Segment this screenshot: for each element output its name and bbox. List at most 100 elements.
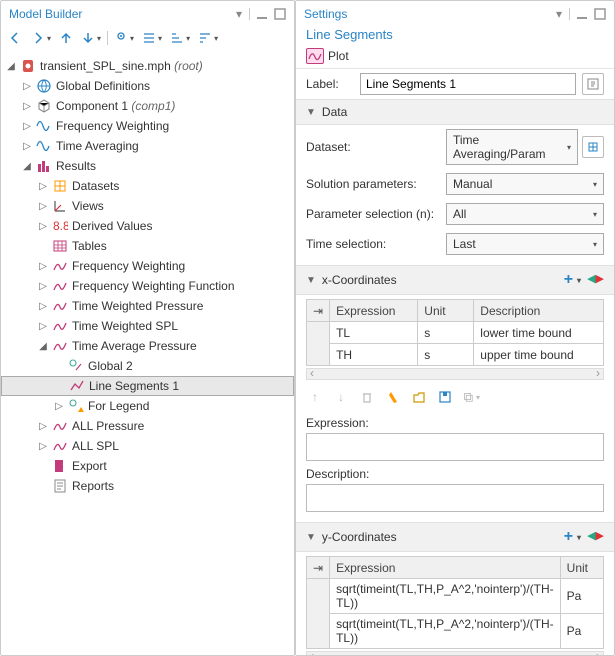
forward-button[interactable]: ▾: [29, 30, 53, 46]
warn-plot-icon: [68, 398, 84, 414]
settings-title-bar: Settings ▾: [296, 1, 614, 27]
maximize-icon[interactable]: [594, 8, 606, 20]
tree-time-weighted-pressure[interactable]: ▷Time Weighted Pressure: [1, 296, 294, 316]
maximize-icon[interactable]: [274, 8, 286, 20]
twisty-closed-icon[interactable]: ▷: [21, 81, 33, 92]
label-input[interactable]: [360, 73, 576, 95]
plot-icon: [52, 258, 68, 274]
collapse-button[interactable]: ▾: [140, 30, 164, 46]
table-scroll-horizontal[interactable]: [306, 368, 604, 380]
xcoords-section-header[interactable]: ▼x-Coordinates +▾ ◀▶: [296, 265, 614, 295]
chevron-down-icon: ▼: [306, 107, 316, 118]
data-section-header[interactable]: ▼Data: [296, 99, 614, 125]
table-row[interactable]: sqrt(timeint(TL,TH,P_A^2,'nointerp')/(TH…: [307, 614, 604, 649]
move-up-button[interactable]: ↑: [306, 388, 324, 406]
open-button[interactable]: [410, 388, 428, 406]
xcoords-mini-toolbar: ↑ ↓ ▾: [296, 384, 614, 414]
table-corner-icon[interactable]: ⇥: [313, 561, 323, 575]
tree-root[interactable]: ◢ transient_SPL_sine.mph (root): [1, 56, 294, 76]
plot-icon: [52, 438, 68, 454]
chevron-down-icon: ▼: [306, 532, 316, 543]
xcoords-add-button[interactable]: +▾: [564, 271, 581, 289]
up-button[interactable]: [57, 30, 75, 46]
tree-derived-values[interactable]: ▷ 8.85 Derived Values: [1, 216, 294, 236]
ycoords-section-header[interactable]: ▼y-Coordinates +▾ ◀▶: [296, 522, 614, 552]
ycoords-insert-button[interactable]: ◀▶: [587, 528, 604, 546]
global-plot-icon: [68, 358, 84, 374]
tree-reports[interactable]: Reports: [1, 476, 294, 496]
tree-results[interactable]: ◢ Results: [1, 156, 294, 176]
xcoords-section-body: ⇥ Expression Unit Description TL s lower…: [296, 295, 614, 522]
expand-button[interactable]: ▾: [196, 30, 220, 46]
label-label: Label:: [306, 77, 354, 91]
tree-for-legend[interactable]: ▷For Legend: [1, 396, 294, 416]
data-section-body: Dataset: Time Averaging/Param▾ Solution …: [296, 125, 614, 265]
mph-file-icon: [20, 58, 36, 74]
tree-time-avg-pressure[interactable]: ◢Time Average Pressure: [1, 336, 294, 356]
tree-global-defs[interactable]: ▷ Global Definitions: [1, 76, 294, 96]
col-unit[interactable]: Unit: [418, 300, 474, 322]
clear-button[interactable]: [384, 388, 402, 406]
back-button[interactable]: [7, 30, 25, 46]
col-expression[interactable]: Expression: [330, 300, 418, 322]
time-selection-combo[interactable]: Last▾: [446, 233, 604, 255]
twisty-open-icon[interactable]: ◢: [5, 61, 17, 72]
table-row[interactable]: TL s lower time bound: [307, 322, 604, 344]
down-button[interactable]: ▾: [79, 30, 103, 46]
model-tree[interactable]: ◢ transient_SPL_sine.mph (root) ▷ Global…: [1, 52, 294, 655]
tree-freq-weighting-result[interactable]: ▷Frequency Weighting: [1, 256, 294, 276]
duplicate-button[interactable]: ▾: [462, 388, 480, 406]
tree-export[interactable]: Export: [1, 456, 294, 476]
expression-input[interactable]: [306, 433, 604, 461]
panel-menu-icon[interactable]: ▾: [236, 7, 243, 21]
tree-global2[interactable]: Global 2: [1, 356, 294, 376]
ycoords-section-body: ⇥ Expression Unit sqrt(timeint(TL,TH,P_A…: [296, 552, 614, 656]
tree-tables[interactable]: Tables: [1, 236, 294, 256]
table-corner-icon[interactable]: ⇥: [313, 304, 323, 318]
sort-button[interactable]: ▾: [168, 30, 192, 46]
col-unit[interactable]: Unit: [560, 557, 603, 579]
minimize-icon[interactable]: [256, 8, 268, 20]
table-row[interactable]: sqrt(timeint(TL,TH,P_A^2,'nointerp')/(TH…: [307, 579, 604, 614]
tree-line-segments1[interactable]: Line Segments 1: [1, 376, 294, 396]
go-to-button[interactable]: [582, 73, 604, 95]
tree-views[interactable]: ▷ Views: [1, 196, 294, 216]
show-button[interactable]: ▾: [112, 30, 136, 46]
tree-component1[interactable]: ▷ Component 1 (comp1): [1, 96, 294, 116]
ycoords-table[interactable]: ⇥ Expression Unit sqrt(timeint(TL,TH,P_A…: [306, 556, 604, 649]
plot-button-label[interactable]: Plot: [328, 49, 349, 63]
tree-datasets[interactable]: ▷ Datasets: [1, 176, 294, 196]
grid-icon: [52, 178, 68, 194]
plot-icon: [52, 318, 68, 334]
tree-all-spl[interactable]: ▷ALL SPL: [1, 436, 294, 456]
table-row[interactable]: TH s upper time bound: [307, 344, 604, 366]
col-description[interactable]: Description: [474, 300, 604, 322]
tree-all-pressure[interactable]: ▷ALL Pressure: [1, 416, 294, 436]
tree-freq-weighting[interactable]: ▷ Frequency Weighting: [1, 116, 294, 136]
panel-menu-icon[interactable]: ▾: [556, 7, 563, 21]
save-button[interactable]: [436, 388, 454, 406]
table-scroll-horizontal[interactable]: [306, 651, 604, 656]
tree-time-averaging[interactable]: ▷ Time Averaging: [1, 136, 294, 156]
axes-icon: [52, 198, 68, 214]
param-selection-combo[interactable]: All▾: [446, 203, 604, 225]
description-input[interactable]: [306, 484, 604, 512]
plot-icon: [52, 278, 68, 294]
delete-button[interactable]: [358, 388, 376, 406]
tree-freq-weighting-fn[interactable]: ▷Frequency Weighting Function: [1, 276, 294, 296]
dataset-go-button[interactable]: [582, 136, 604, 158]
plot-icon[interactable]: [306, 48, 324, 64]
xcoords-insert-button[interactable]: ◀▶: [587, 271, 604, 289]
ycoords-add-button[interactable]: +▾: [564, 528, 581, 546]
description-field-label: Description:: [306, 467, 604, 481]
solution-params-combo[interactable]: Manual▾: [446, 173, 604, 195]
move-down-button[interactable]: ↓: [332, 388, 350, 406]
dataset-combo[interactable]: Time Averaging/Param▾: [446, 129, 578, 165]
col-expression[interactable]: Expression: [330, 557, 561, 579]
table-icon: [52, 238, 68, 254]
chevron-down-icon: ▼: [306, 275, 316, 286]
model-builder-title-bar: Model Builder ▾: [1, 1, 294, 27]
xcoords-table[interactable]: ⇥ Expression Unit Description TL s lower…: [306, 299, 604, 366]
tree-time-weighted-spl[interactable]: ▷Time Weighted SPL: [1, 316, 294, 336]
minimize-icon[interactable]: [576, 8, 588, 20]
